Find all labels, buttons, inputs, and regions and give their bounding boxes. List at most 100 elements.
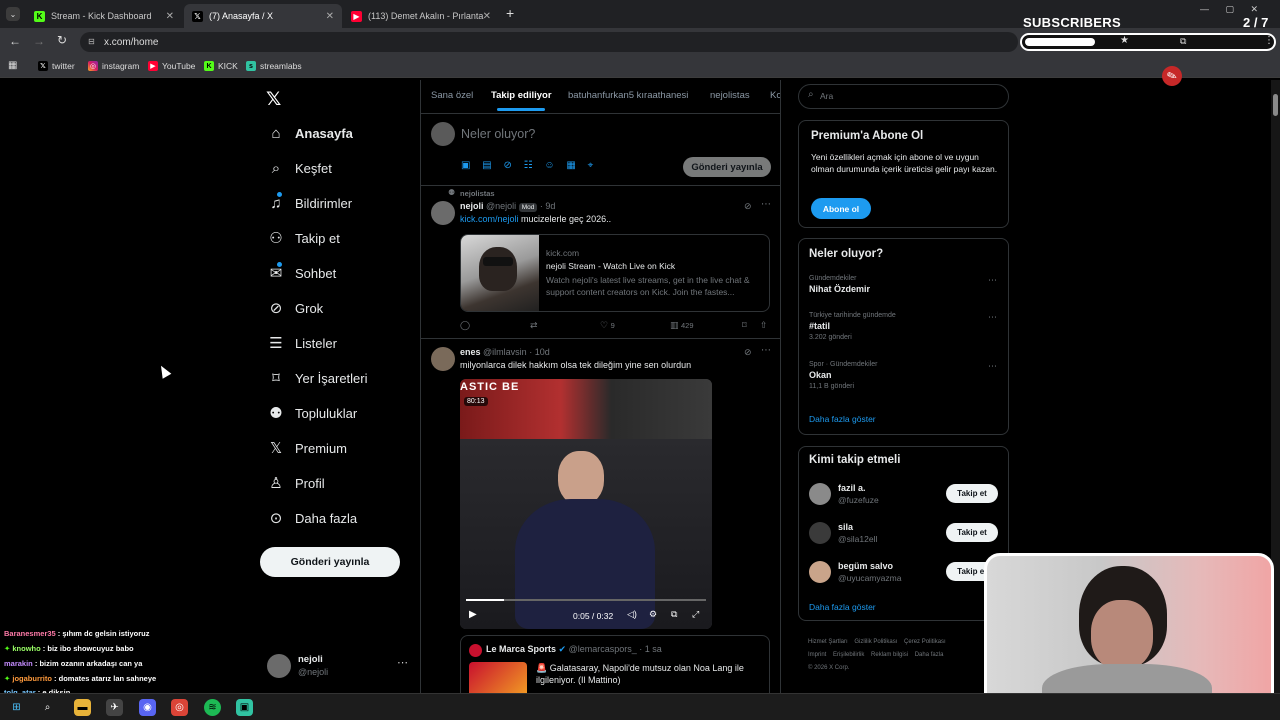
extension-icon[interactable]: ⧉ (1180, 36, 1186, 47)
address-bar[interactable]: ⊟ x.com/home (80, 32, 1018, 52)
nav-bookmarks[interactable]: ⌑ Yer İşaretleri (266, 366, 367, 390)
author-name[interactable]: enes (460, 347, 481, 357)
poll-icon[interactable]: ☷ (524, 160, 533, 171)
nav-chat[interactable]: ✉ Sohbet (266, 261, 336, 285)
footer-link[interactable]: Çerez Politikası (904, 639, 946, 645)
nav-premium[interactable]: 𝕏 Premium (266, 436, 347, 460)
nav-grok[interactable]: ⊘ Grok (266, 296, 323, 320)
tweet[interactable]: enes @ilmlavsin · 10d ⊘ ⋯ milyonlarca di… (421, 339, 780, 700)
close-icon[interactable]: ✕ (483, 11, 491, 22)
spotify-icon[interactable]: ≋ (204, 699, 221, 716)
video-player[interactable]: ASTIC BE 80:13 ▶ 0:05 / 0:32 ◁) ⚙ ⧉ ⤢ (460, 379, 712, 629)
trend-item[interactable]: Gündemdekiler Nihat Özdemir ⋯ (809, 275, 999, 301)
x-logo-icon[interactable]: 𝕏 (266, 88, 281, 111)
tweet[interactable]: ⚉ nejolistas nejoli @nejoli Mod · 9d ⊘ ⋯… (421, 186, 780, 338)
nav-home[interactable]: ⌂ Anasayfa (266, 121, 352, 145)
video-progress-bar[interactable] (466, 599, 706, 601)
fullscreen-icon[interactable]: ⤢ (692, 609, 699, 620)
window-controls[interactable]: — ▢ ✕ (1200, 4, 1258, 15)
chrome-icon[interactable]: ◎ (171, 699, 188, 716)
footer-link[interactable]: Hizmet Şartları (808, 639, 848, 645)
follow-button[interactable]: Takip et (946, 523, 998, 542)
tab-batuhanfurkan5[interactable]: batuhanfurkan5 kıraathanesi (568, 90, 688, 101)
reload-icon[interactable]: ↻ (57, 33, 67, 47)
browser-tab-x[interactable]: 𝕏 (7) Anasayfa / X ✕ (184, 4, 342, 28)
bookmark-instagram[interactable]: ◎ instagram (88, 61, 139, 71)
bookmark-icon[interactable]: ⌑ (742, 320, 747, 331)
bookmark-twitter[interactable]: 𝕏twitter (38, 61, 75, 71)
quoted-tweet[interactable]: Le Marca Sports ✔ @lemarcaspors_ · 1 sa … (460, 635, 770, 700)
bookmark-streamlabs[interactable]: s streamlabs (246, 61, 302, 71)
grok-icon[interactable]: ⊘ (503, 160, 511, 171)
tab-nejolistas[interactable]: nejolistas (710, 90, 750, 101)
grok-icon[interactable]: ⊘ (744, 347, 752, 358)
nav-follow[interactable]: ⚇ Takip et (266, 226, 340, 250)
tab-for-you[interactable]: Sana özel (431, 90, 473, 101)
close-icon[interactable]: ✕ (166, 11, 174, 22)
tab-ko[interactable]: Ko (770, 90, 780, 101)
footer-link[interactable]: Reklam bilgisi (871, 652, 908, 658)
scrollbar-thumb[interactable] (1273, 94, 1278, 116)
retweet-icon[interactable]: ⇄ (530, 320, 538, 331)
folder-icon[interactable]: ▬ (74, 699, 91, 716)
volume-icon[interactable]: ◁) (627, 609, 637, 620)
menu-dots-icon[interactable]: ⋮ (1264, 35, 1274, 46)
subscribe-button[interactable]: Abone ol (811, 198, 871, 219)
streamlabs-icon[interactable]: ▣ (236, 699, 253, 716)
search-icon[interactable]: ⌕ (39, 699, 56, 716)
views-icon[interactable]: ▥ 429 (670, 320, 694, 331)
composer-post-button[interactable]: Gönderi yayınla (683, 157, 771, 177)
more-dots-icon[interactable]: ⋯ (761, 199, 771, 210)
post-button[interactable]: Gönderi yayınla (260, 547, 400, 577)
bookmark-star-icon[interactable]: ★ (1120, 35, 1129, 46)
avatar[interactable] (431, 347, 455, 371)
browser-tab-youtube[interactable]: ▶ (113) Demet Akalın - Pırlanta - ✕ (343, 4, 499, 28)
follow-button[interactable]: Takip et (946, 484, 998, 503)
play-icon[interactable]: ▶ (469, 609, 477, 620)
account-switcher[interactable]: nejoli @nejoli ⋯ (264, 652, 414, 682)
trend-item[interactable]: Türkiye tarihinde gündemde #tatil 3.202 … (809, 312, 999, 348)
app-icon[interactable]: ✈ (106, 699, 123, 716)
bookmark-youtube[interactable]: ▶ YouTube (148, 61, 195, 71)
emoji-icon[interactable]: ☺ (544, 160, 554, 171)
windows-start-icon[interactable]: ⊞ (8, 699, 25, 716)
avatar[interactable] (431, 201, 455, 225)
community-label[interactable]: nejolistas (460, 189, 495, 198)
new-tab-button[interactable]: + (506, 5, 514, 21)
close-icon[interactable]: ✕ (326, 11, 334, 22)
tab-following[interactable]: Takip ediliyor (491, 90, 552, 101)
grok-icon[interactable]: ⊘ (744, 201, 752, 212)
tweet-link[interactable]: kick.com/nejoli (460, 214, 519, 224)
nav-lists[interactable]: ☰ Listeler (266, 331, 337, 355)
back-icon[interactable]: ← (9, 34, 21, 48)
trend-item[interactable]: Spor · Gündemdekiler Okan 11,1 B gönderi… (809, 361, 999, 397)
location-icon[interactable]: ⌖ (588, 160, 594, 171)
more-dots-icon[interactable]: ⋯ (988, 312, 997, 323)
follow-show-more-link[interactable]: Daha fazla göster (809, 602, 876, 612)
bookmark-kick[interactable]: K KICK (204, 61, 238, 71)
gif-icon[interactable]: ▤ (482, 160, 491, 171)
discord-icon[interactable]: ◉ (139, 699, 156, 716)
footer-link[interactable]: Imprint (808, 652, 826, 658)
image-icon[interactable]: ▣ (461, 160, 470, 171)
pip-icon[interactable]: ⧉ (671, 609, 677, 620)
author-name[interactable]: nejoli (460, 201, 484, 211)
settings-icon[interactable]: ⚙ (649, 609, 657, 620)
browser-tab-kick[interactable]: K Stream - Kick Dashboard ✕ (26, 4, 182, 28)
footer-link[interactable]: Erişilebilirlik (833, 652, 864, 658)
link-card[interactable]: kick.com nejoli Stream - Watch Live on K… (460, 234, 770, 312)
schedule-icon[interactable]: ▦ (566, 160, 575, 171)
nav-explore[interactable]: ⌕ Keşfet (266, 156, 332, 180)
more-dots-icon[interactable]: ⋯ (988, 361, 997, 372)
share-icon[interactable]: ⇧ (760, 320, 768, 331)
search-box[interactable]: ⌕ Ara (798, 84, 1009, 109)
composer-input[interactable]: Neler oluyor? (461, 127, 535, 141)
apps-grid-icon[interactable]: ▦ (8, 60, 17, 71)
nav-profile[interactable]: ♙ Profil (266, 471, 324, 495)
site-info-icon[interactable]: ⊟ (88, 37, 95, 46)
like-icon[interactable]: ♡ 9 (600, 320, 615, 331)
more-dots-icon[interactable]: ⋯ (761, 345, 771, 356)
tab-search-icon[interactable]: ⌄ (6, 7, 20, 21)
nav-communities[interactable]: ⚉ Topluluklar (266, 401, 357, 425)
footer-link[interactable]: Gizlilik Politikası (854, 639, 897, 645)
